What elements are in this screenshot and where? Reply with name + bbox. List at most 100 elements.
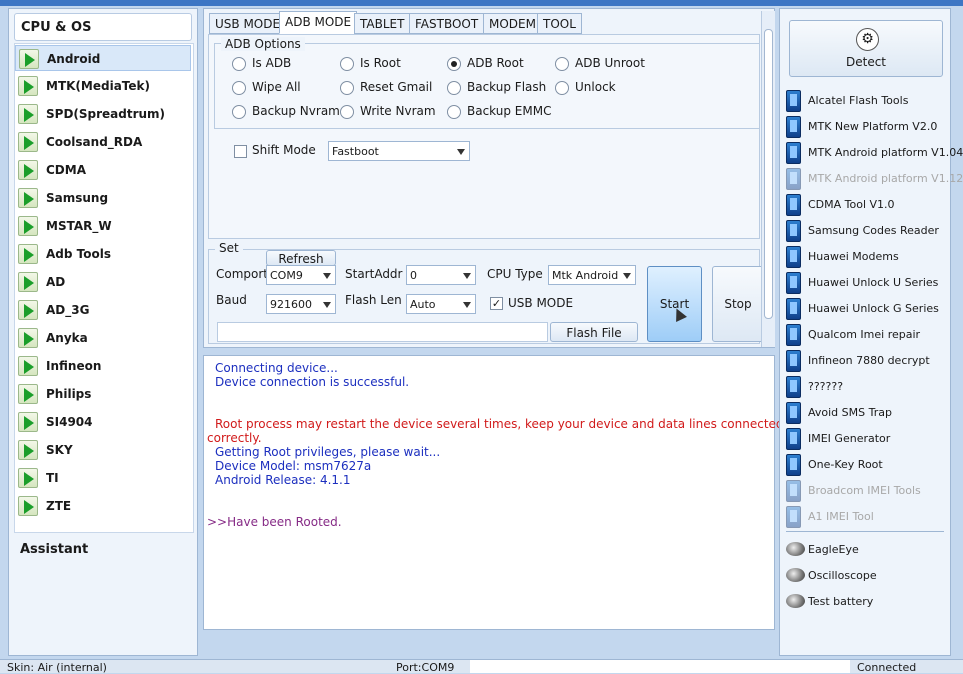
tool-one-key-root[interactable]: One-Key Root [784,453,950,477]
flash-file-path-input[interactable] [217,322,548,342]
gauge-icon [786,542,805,556]
cpu-item-anyka[interactable]: Anyka [15,325,191,351]
refresh-button[interactable]: Refresh [266,250,336,266]
cpu-item-cdma[interactable]: CDMA [15,157,191,183]
cpu-item-mstar[interactable]: MSTAR_W [15,213,191,239]
set-title: Set [215,241,243,255]
start-button[interactable]: Start [647,266,702,342]
baud-select[interactable]: 921600 [266,294,336,314]
comport-select[interactable]: COM9 [266,265,336,285]
adb-options-title: ADB Options [221,37,305,51]
tool-cdma[interactable]: CDMA Tool V1.0 [784,193,950,217]
cpu-item-si4904[interactable]: SI4904 [15,409,191,435]
cpu-item-spd[interactable]: SPD(Spreadtrum) [15,101,191,127]
play-icon [18,188,38,208]
tool-mtk-android-112: MTK Android platform V1.12 [784,167,963,191]
tool-alcatel-flash[interactable]: Alcatel Flash Tools [784,89,950,113]
cpu-item-samsung[interactable]: Samsung [15,185,191,211]
cpu-item-coolsand[interactable]: Coolsand_RDA [15,129,191,155]
tool-unknown[interactable]: ?????? [784,375,950,399]
cpu-item-mtk[interactable]: MTK(MediaTek) [15,73,191,99]
play-icon [18,160,38,180]
tool-oscilloscope[interactable]: Oscilloscope [784,564,950,588]
status-blank [470,660,850,673]
cpu-item-android[interactable]: Android [15,45,191,71]
detect-button[interactable]: ⚙ Detect [789,20,943,77]
tool-infineon-decrypt[interactable]: Infineon 7880 decrypt [784,349,950,373]
tool-avoid-sms-trap[interactable]: Avoid SMS Trap [784,401,950,425]
cpu-item-sky[interactable]: SKY [15,437,191,463]
play-icon [18,384,38,404]
shift-mode-checkbox[interactable] [234,145,247,158]
log-line: Getting Root privileges, please wait... [215,445,441,459]
tool-huawei-unlock-u[interactable]: Huawei Unlock U Series [784,271,950,295]
startaddr-label: StartAddr [345,267,403,281]
phone-icon [786,220,801,242]
cpu-item-zte[interactable]: ZTE [15,493,191,519]
chevron-down-icon [323,273,331,279]
tab-modem[interactable]: MODEM [483,13,542,34]
log-line: correctly. [207,431,262,445]
cpu-type-select[interactable]: Mtk Android [548,265,636,285]
tool-eagleeye[interactable]: EagleEye [784,538,950,562]
cpu-os-list: Android MTK(MediaTek) SPD(Spreadtrum) Co… [14,43,194,533]
phone-icon [786,142,801,164]
cpu-item-ad[interactable]: AD [15,269,191,295]
cpu-item-adb-tools[interactable]: Adb Tools [15,241,191,267]
tab-tool[interactable]: TOOL [537,13,582,34]
startaddr-select[interactable]: 0 [406,265,476,285]
tool-imei-generator[interactable]: IMEI Generator [784,427,950,451]
phone-icon [786,272,801,294]
play-icon [18,244,38,264]
cpu-item-philips[interactable]: Philips [15,381,191,407]
chevron-down-icon [457,149,465,155]
tool-broadcom-imei: Broadcom IMEI Tools [784,479,950,503]
flash-len-select[interactable]: Auto [406,294,476,314]
cpu-os-header[interactable]: CPU & OS [14,13,192,41]
log-line: Android Release: 4.1.1 [215,473,351,487]
tool-huawei-unlock-g[interactable]: Huawei Unlock G Series [784,297,950,321]
cpu-item-ti[interactable]: TI [15,465,191,491]
status-port: Port:COM9 [396,661,455,674]
shift-mode-select[interactable]: Fastboot [328,141,470,161]
phone-icon [786,324,801,346]
phone-icon [786,194,801,216]
tool-samsung-codes[interactable]: Samsung Codes Reader [784,219,950,243]
cpu-item-ad-3g[interactable]: AD_3G [15,297,191,323]
assistant-label[interactable]: Assistant [20,542,88,557]
tool-huawei-modems[interactable]: Huawei Modems [784,245,950,269]
phone-icon [786,454,801,476]
chevron-down-icon [463,302,471,308]
cpu-os-panel: CPU & OS Android MTK(MediaTek) SPD(Sprea… [8,8,198,656]
tab-tablet[interactable]: TABLET [354,13,411,34]
tool-qualcom-imei[interactable]: Qualcom Imei repair [784,323,950,347]
scrollbar[interactable] [761,11,775,347]
tool-mtk-android-104[interactable]: MTK Android platform V1.04 [784,141,963,165]
phone-icon [786,246,801,268]
cpu-type-label: CPU Type [487,267,543,281]
play-icon [18,412,38,432]
play-icon [18,216,38,236]
tool-test-battery[interactable]: Test battery [784,590,950,614]
cpu-item-infineon[interactable]: Infineon [15,353,191,379]
phone-icon [786,402,801,424]
phone-icon [786,116,801,138]
play-icon [18,440,38,460]
mode-panel: USB MODE ADB MODE TABLET FASTBOOT MODEM … [203,8,775,348]
flash-len-label: Flash Len [345,293,402,307]
tab-usb-mode[interactable]: USB MODE [209,13,287,34]
tab-adb-mode[interactable]: ADB MODE [279,11,358,34]
phone-icon [786,428,801,450]
flash-file-button[interactable]: Flash File [550,322,638,342]
tab-fastboot[interactable]: FASTBOOT [409,13,485,34]
baud-label: Baud [216,293,247,307]
tool-mtk-new-platform[interactable]: MTK New Platform V2.0 [784,115,950,139]
play-icon [18,76,38,96]
play-icon [19,49,39,69]
stop-button[interactable]: Stop [712,266,764,342]
log-line: Device connection is successful. [215,375,410,389]
gauge-icon [786,594,805,608]
usb-mode-checkbox[interactable]: ✓ [490,297,503,310]
log-line: >>Have been Rooted. [207,515,342,529]
scrollbar-thumb[interactable] [764,29,773,319]
